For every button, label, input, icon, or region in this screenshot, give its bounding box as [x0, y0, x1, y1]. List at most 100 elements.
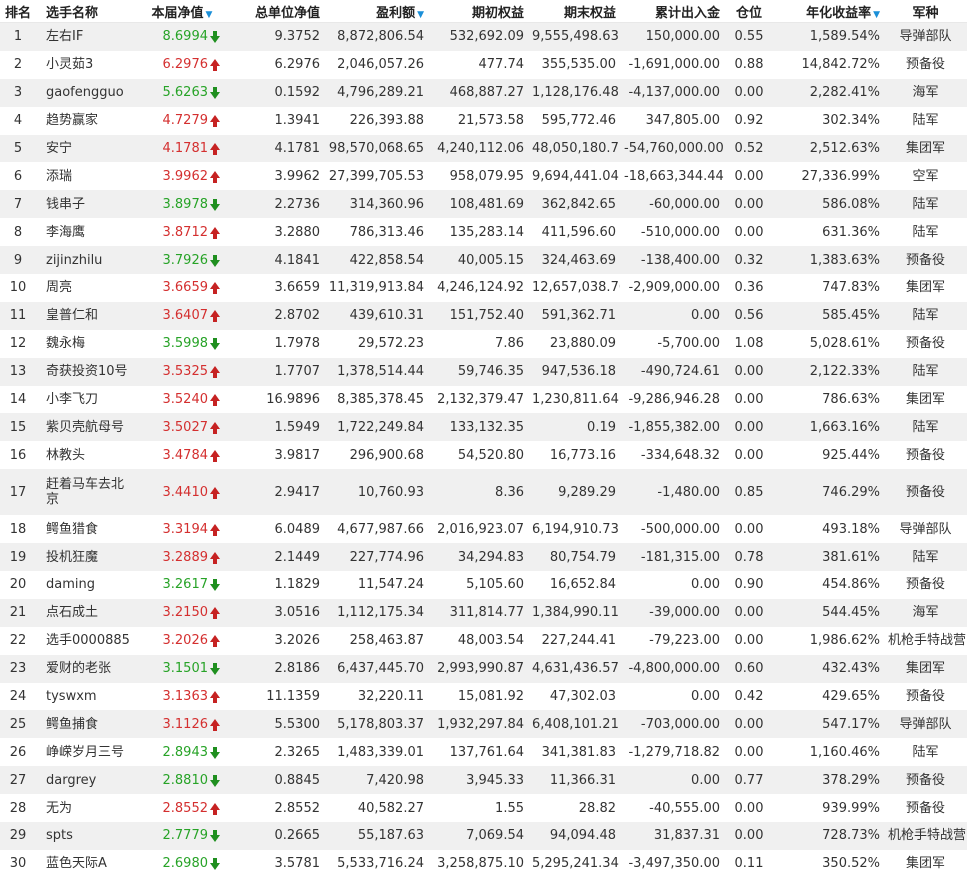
position-cell: 0.00 [734, 828, 764, 844]
table-row: 23 爱财的老张 3.1501 2.8186 6,437,445.70 2,993,990… [0, 654, 967, 683]
total-nav-cell: 11.1359 [266, 689, 320, 705]
player-name[interactable]: 钱串子 [36, 190, 140, 218]
arrow-down-icon [210, 746, 220, 759]
army-cell: 预备役 [905, 57, 945, 73]
player-name[interactable]: gaofengguo [36, 79, 140, 107]
end-equity-cell: 1,128,176.48 [532, 85, 619, 101]
header-nav[interactable]: 本届净值 ▼ [140, 0, 224, 23]
arrow-up-icon [210, 551, 220, 564]
player-name[interactable]: 紫贝壳航母号 [36, 413, 140, 441]
player-name[interactable]: 鳄鱼猎食 [36, 515, 140, 543]
cum-flow-cell: -9,286,946.28 [628, 392, 720, 408]
end-equity-cell: 4,631,436.57 [532, 661, 619, 677]
arrow-up-icon [210, 59, 220, 72]
player-name[interactable]: 小李飞刀 [36, 386, 140, 414]
header-total-nav: 总单位净值 [224, 0, 324, 23]
player-name[interactable]: 小灵茹3 [36, 51, 140, 79]
cum-flow-cell: -40,555.00 [649, 800, 720, 816]
player-name[interactable]: 赶着马车去北京 [36, 469, 140, 515]
player-name[interactable]: 魏永梅 [36, 330, 140, 358]
cum-flow-cell: -510,000.00 [640, 224, 720, 240]
cum-flow-cell: -1,691,000.00 [628, 57, 720, 73]
nav-value: 3.5325 [162, 364, 209, 380]
start-equity-cell: 21,573.58 [457, 113, 524, 129]
player-name[interactable]: 安宁 [36, 135, 140, 163]
rank-cell: 6 [13, 168, 23, 184]
position-cell: 0.56 [734, 308, 764, 324]
player-name[interactable]: 左右IF [36, 23, 140, 51]
annual-return-cell: 728.73% [822, 828, 880, 844]
rank-cell: 20 [9, 577, 27, 593]
profit-cell: 6,437,445.70 [337, 661, 424, 677]
player-name[interactable]: 趋势赢家 [36, 107, 140, 135]
player-name[interactable]: daming [36, 571, 140, 599]
profit-cell: 29,572.23 [357, 336, 424, 352]
player-name[interactable]: 李海鹰 [36, 218, 140, 246]
army-cell: 陆军 [912, 196, 939, 212]
nav-value: 3.5240 [162, 392, 209, 408]
player-name[interactable]: 鳄鱼捕食 [36, 710, 140, 738]
end-equity-cell: 23,880.09 [549, 336, 616, 352]
player-name[interactable]: tyswxm [36, 683, 140, 711]
table-row: 29 spts 2.7779 0.2665 55,187.63 7,069.54 94,09… [0, 822, 967, 850]
annual-return-cell: 493.18% [822, 521, 880, 537]
nav-cell: 3.1126 [140, 710, 224, 738]
position-cell: 0.00 [734, 224, 764, 240]
annual-return-cell: 5,028.61% [809, 336, 880, 352]
header-profit[interactable]: 盈利额 ▼ [324, 0, 428, 23]
rank-cell: 27 [9, 772, 27, 788]
rank-cell: 19 [9, 549, 27, 565]
player-name[interactable]: spts [36, 822, 140, 850]
table-row: 20 daming 3.2617 1.1829 11,547.24 5,105.60 16,… [0, 571, 967, 599]
cum-flow-cell: -4,137,000.00 [628, 85, 720, 101]
player-name[interactable]: 点石成土 [36, 599, 140, 627]
player-name[interactable]: zijinzhilu [36, 246, 140, 274]
player-name[interactable]: 奇获投资10号 [36, 358, 140, 386]
arrow-down-icon [210, 87, 220, 100]
player-name[interactable]: 爱财的老张 [36, 655, 140, 683]
total-nav-cell: 2.1449 [274, 549, 321, 565]
nav-cell: 2.8552 [140, 794, 224, 822]
triangle-down-icon: ▼ [417, 9, 424, 20]
total-nav-cell: 4.1841 [274, 252, 321, 268]
profit-cell: 98,570,068.65 [328, 141, 424, 156]
table-row: 2 小灵茹3 6.2976 6.2976 2,046,057.26 477.74 355,5… [0, 50, 967, 79]
player-name[interactable]: 峥嵘岁月三号 [36, 738, 140, 766]
arrow-up-icon [210, 310, 220, 323]
cum-flow-cell: -1,279,718.82 [628, 744, 720, 760]
table-row: 22 选手0000885 3.2026 3.2026 258,463.87 48,003.… [0, 626, 967, 655]
end-equity-cell: 341,381.83 [541, 744, 616, 760]
header-annual-return[interactable]: 年化收益率 ▼ [774, 0, 884, 23]
nav-value: 3.9962 [162, 168, 209, 184]
nav-cell: 3.2026 [140, 627, 224, 655]
player-name[interactable]: 无为 [36, 794, 140, 822]
player-name[interactable]: 选手0000885 [36, 627, 140, 655]
nav-cell: 3.5240 [140, 386, 224, 414]
player-name[interactable]: 周亮 [36, 274, 140, 302]
rank-cell: 17 [9, 484, 27, 500]
nav-cell: 2.8943 [140, 738, 224, 766]
player-name[interactable]: 皇普仁和 [36, 302, 140, 330]
army-cell: 集团军 [905, 661, 945, 677]
nav-value: 2.8552 [162, 800, 209, 816]
start-equity-cell: 1,932,297.84 [437, 716, 524, 732]
arrow-up-icon [210, 421, 220, 434]
cum-flow-cell: -4,800,000.00 [628, 661, 720, 677]
profit-cell: 258,463.87 [349, 633, 424, 649]
arrow-up-icon [210, 607, 220, 620]
nav-value: 4.7279 [162, 113, 209, 129]
player-name[interactable]: 投机狂魔 [36, 543, 140, 571]
player-name[interactable]: 添瑞 [36, 162, 140, 190]
position-cell: 0.52 [734, 141, 764, 156]
end-equity-cell: 9,555,498.63 [532, 29, 619, 45]
end-equity-cell: 28.82 [578, 800, 616, 816]
rank-cell: 13 [9, 364, 27, 380]
player-name[interactable]: dargrey [36, 766, 140, 794]
annual-return-cell: 432.43% [822, 661, 880, 677]
nav-cell: 3.2150 [140, 599, 224, 627]
rank-cell: 4 [13, 113, 23, 129]
player-name[interactable]: 林教头 [36, 441, 140, 469]
table-row: 26 峥嵘岁月三号 2.8943 2.3265 1,483,339.01 137,761.… [0, 738, 967, 767]
rank-cell: 14 [9, 392, 27, 408]
army-cell: 集团军 [905, 392, 945, 408]
